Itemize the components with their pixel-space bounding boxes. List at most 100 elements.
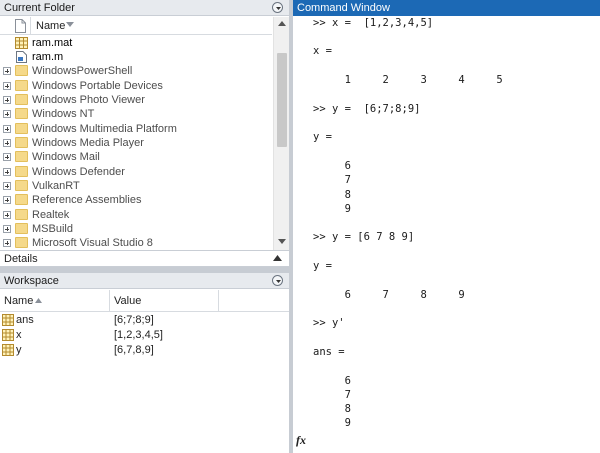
command-output-line: y = [313, 260, 332, 272]
folder-name: Windows Mail [32, 151, 100, 163]
command-output-line: 7 [313, 174, 351, 186]
expand-icon[interactable] [3, 211, 11, 219]
workspace-header: Workspace [0, 273, 289, 289]
expand-icon[interactable] [3, 196, 11, 204]
name-column-header[interactable]: Name [30, 17, 90, 35]
column-divider[interactable] [109, 290, 110, 312]
expand-icon[interactable] [3, 139, 11, 147]
variable-icon [2, 344, 14, 356]
list-item[interactable]: MSBuild [0, 222, 272, 236]
current-folder-column-header: Name [0, 17, 272, 35]
folder-icon [15, 194, 28, 205]
command-output-line: 6 [313, 160, 351, 172]
column-divider[interactable] [218, 290, 219, 312]
folder-icon [15, 237, 28, 248]
folder-name: Microsoft Visual Studio 8 [32, 237, 153, 249]
list-item[interactable]: Realtek [0, 208, 272, 222]
table-row[interactable]: y [6,7,8,9] [0, 343, 289, 357]
command-output-line: ans = [313, 346, 345, 358]
list-item[interactable]: VulkanRT [0, 179, 272, 193]
m-file-icon [16, 51, 27, 63]
variable-name: ans [16, 314, 34, 326]
folder-name: WindowsPowerShell [32, 65, 133, 77]
expand-icon[interactable] [3, 182, 11, 190]
command-output-line: y = [313, 131, 332, 143]
expand-icon[interactable] [3, 239, 11, 247]
mat-file-icon [15, 37, 28, 49]
list-item[interactable]: Microsoft Visual Studio 8 [0, 236, 272, 250]
variable-value: [6,7,8,9] [114, 344, 154, 356]
sort-desc-icon [66, 22, 74, 27]
folder-name: Windows Defender [32, 166, 125, 178]
list-item[interactable]: Windows Portable Devices [0, 79, 272, 93]
expand-icon[interactable] [3, 168, 11, 176]
list-item[interactable]: ram.mat [0, 36, 272, 50]
folder-icon [15, 180, 28, 191]
current-folder-actions-button[interactable] [272, 2, 283, 13]
chevron-up-icon[interactable] [273, 255, 282, 261]
file-name: ram.mat [32, 37, 73, 49]
list-item[interactable]: ram.m [0, 50, 272, 64]
folder-name: Windows Portable Devices [32, 80, 163, 92]
folder-name: Windows Photo Viewer [32, 94, 145, 106]
current-folder-scrollbar[interactable] [273, 17, 289, 250]
command-output-line: 6 [313, 375, 351, 387]
list-item[interactable]: Windows NT [0, 107, 272, 121]
folder-name: Windows Multimedia Platform [32, 123, 177, 135]
command-output-line: 9 [313, 203, 351, 215]
current-folder-list: ram.mat ram.m WindowsPowerShell Windows … [0, 36, 272, 250]
expand-icon[interactable] [3, 96, 11, 104]
folder-icon [15, 137, 28, 148]
command-output-line: 9 [313, 417, 351, 429]
folder-icon [15, 151, 28, 162]
list-item[interactable]: Windows Mail [0, 150, 272, 164]
list-item[interactable]: Windows Photo Viewer [0, 93, 272, 107]
command-input-line: >> x = [1,2,3,4,5] [313, 17, 434, 29]
current-folder-header: Current Folder [0, 0, 289, 16]
details-title: Details [4, 253, 38, 265]
file-name: ram.m [32, 51, 64, 63]
folder-icon [15, 223, 28, 234]
scrollbar-thumb[interactable] [277, 53, 287, 147]
folder-icon [15, 209, 28, 220]
folder-name: MSBuild [32, 223, 73, 235]
chevron-down-icon [276, 280, 281, 283]
expand-icon[interactable] [3, 153, 11, 161]
list-item[interactable]: Reference Assemblies [0, 193, 272, 207]
command-window-output[interactable]: >> x = [1,2,3,4,5] x = 1 2 3 4 5 >> y = [6… [293, 16, 600, 453]
workspace-actions-button[interactable] [272, 275, 283, 286]
expand-icon[interactable] [3, 110, 11, 118]
details-panel-header[interactable]: Details [0, 250, 289, 267]
list-item[interactable]: Windows Media Player [0, 136, 272, 150]
scroll-up-icon[interactable] [278, 21, 286, 26]
list-item[interactable]: Windows Defender [0, 165, 272, 179]
name-column-header[interactable]: Name [4, 290, 33, 312]
command-input-line: >> y = [6 7 8 9] [313, 231, 415, 243]
list-item[interactable]: WindowsPowerShell [0, 64, 272, 78]
value-column-header[interactable]: Value [114, 290, 141, 312]
folder-icon [15, 166, 28, 177]
command-output-line: 8 [313, 403, 351, 415]
folder-name: Realtek [32, 209, 70, 221]
command-input-line: >> y' [313, 317, 345, 329]
expand-icon[interactable] [3, 82, 11, 90]
fx-icon[interactable]: fx [296, 433, 306, 448]
name-column-label: Name [36, 20, 66, 32]
list-item[interactable]: Windows Multimedia Platform [0, 122, 272, 136]
workspace-title: Workspace [4, 275, 59, 287]
expand-icon[interactable] [3, 125, 11, 133]
chevron-down-icon [276, 7, 281, 10]
expand-icon[interactable] [3, 67, 11, 75]
table-row[interactable]: ans [6;7;8;9] [0, 313, 289, 327]
command-window[interactable]: Command Window >> x = [1,2,3,4,5] x = 1 2… [293, 0, 600, 453]
variable-name: x [16, 329, 22, 341]
command-output-line: 8 [313, 189, 351, 201]
expand-icon[interactable] [3, 225, 11, 233]
table-row[interactable]: x [1,2,3,4,5] [0, 328, 289, 342]
variable-name: y [16, 344, 22, 356]
folder-name: Windows Media Player [32, 137, 144, 149]
scroll-down-icon[interactable] [278, 239, 286, 244]
variable-value: [1,2,3,4,5] [114, 329, 163, 341]
variable-icon [2, 329, 14, 341]
variable-value: [6;7;8;9] [114, 314, 154, 326]
